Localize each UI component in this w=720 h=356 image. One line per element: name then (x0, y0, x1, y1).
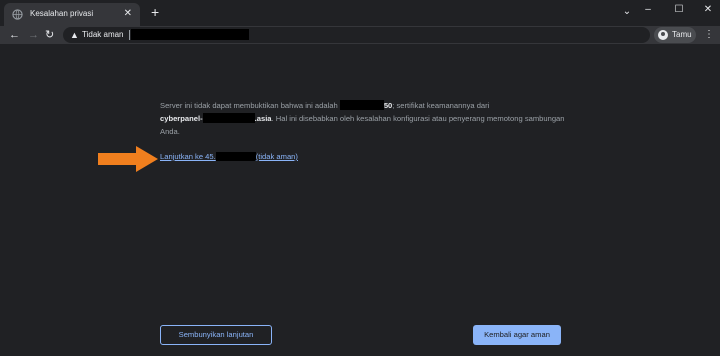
user-icon (658, 30, 668, 40)
tab-search-icon[interactable]: ⌄ (620, 6, 634, 18)
proceed-link-text[interactable]: Lanjutkan ke 45. (160, 152, 216, 161)
redacted-url (131, 29, 249, 40)
maximize-button[interactable]: ☐ (672, 4, 686, 16)
proceed-unsafe-link[interactable]: Lanjutkan ke 45. (tidak aman) (160, 152, 298, 161)
tab-privacy-error[interactable]: Kesalahan privasi ✕ (4, 3, 140, 26)
security-label[interactable]: Tidak aman (82, 30, 124, 39)
back-to-safety-button[interactable]: Kembali agar aman (473, 325, 561, 345)
advanced-explanation: Server ini tidak dapat membuktikan bahwa… (160, 99, 580, 138)
address-bar[interactable]: ▲ Tidak aman (63, 27, 650, 43)
proceed-link-suffix[interactable]: (tidak aman) (256, 152, 298, 161)
minimize-button[interactable]: – (641, 4, 655, 16)
tab-strip: Kesalahan privasi ✕ + ⌄ – ☐ ✕ (0, 0, 720, 26)
toolbar: ← → ↻ ▲ Tidak aman Tamu ⋮ (0, 26, 720, 44)
explanation-text-2: ; sertifikat keamanannya dari (392, 101, 490, 110)
globe-icon (12, 9, 23, 20)
new-tab-button[interactable]: + (151, 5, 159, 19)
explanation-text-1: Server ini tidak dapat membuktikan bahwa… (160, 101, 340, 110)
hide-advanced-button[interactable]: Sembunyikan lanjutan (160, 325, 272, 345)
cert-name-start: cyberpanel- (160, 114, 203, 123)
tab-title: Kesalahan privasi (30, 9, 94, 18)
profile-button[interactable]: Tamu (654, 27, 696, 43)
window-close-button[interactable]: ✕ (701, 4, 715, 16)
back-arrow-icon[interactable]: ← (9, 28, 20, 42)
redacted-cert-domain (202, 113, 255, 123)
redacted-host (339, 100, 384, 110)
menu-icon[interactable]: ⋮ (704, 28, 714, 42)
redacted-ip (215, 152, 256, 161)
address-separator (129, 30, 130, 40)
host-suffix: 50 (383, 101, 393, 110)
warning-icon[interactable]: ▲ (70, 29, 79, 41)
tab-close-icon[interactable]: ✕ (124, 8, 132, 20)
reload-icon[interactable]: ↻ (45, 28, 54, 42)
forward-arrow-icon[interactable]: → (28, 28, 39, 42)
profile-label: Tamu (672, 30, 692, 39)
orange-arrow-icon (98, 146, 158, 172)
cert-name-end: .asia (254, 114, 272, 123)
